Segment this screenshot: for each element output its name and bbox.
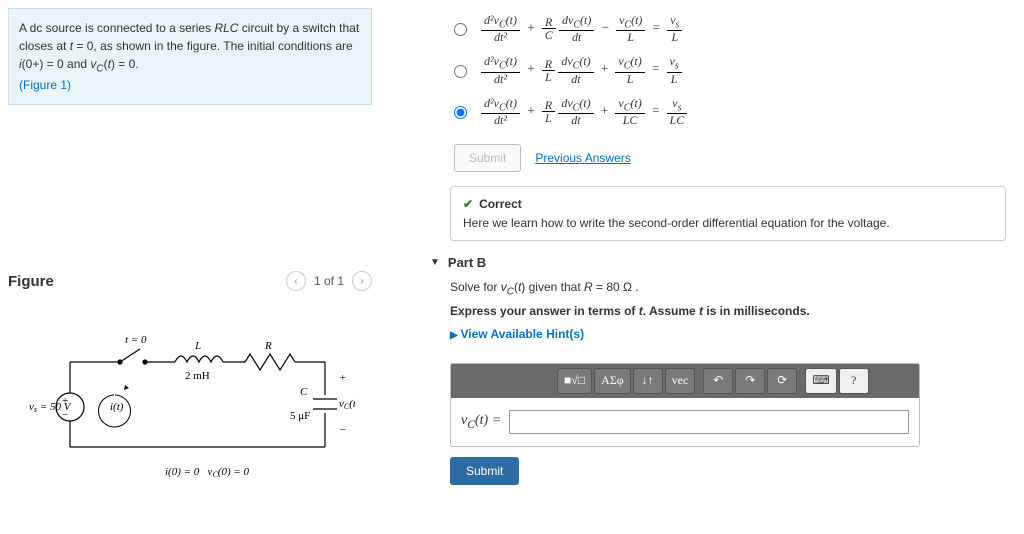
tool-greek[interactable]: ΑΣφ — [594, 368, 631, 394]
tool-redo[interactable]: ↷ — [735, 368, 765, 394]
svg-text:R: R — [264, 340, 272, 352]
svg-text:+: + — [61, 395, 68, 407]
svg-text:2 mH: 2 mH — [185, 370, 210, 382]
svg-text:t = 0: t = 0 — [125, 334, 147, 346]
view-hints-link[interactable]: View Available Hint(s) — [450, 327, 584, 341]
figure-pager-text: 1 of 1 — [314, 274, 344, 288]
problem-statement: A dc source is connected to a series RLC… — [8, 8, 372, 105]
part-b-header: Part B — [448, 255, 486, 270]
collapse-icon[interactable]: ▼ — [430, 257, 440, 268]
tool-templates[interactable]: ■√□ — [557, 368, 592, 394]
svg-text:+: + — [339, 372, 346, 384]
option-3-equation: d²vC(t)dt² + RL dvC(t)dt + vC(t)LC = vsL… — [481, 97, 687, 126]
figure-prev-button[interactable]: ‹ — [286, 271, 306, 291]
tool-vec[interactable]: vec — [665, 368, 696, 394]
feedback-box: ✔ Correct Here we learn how to write the … — [450, 186, 1006, 241]
tool-undo[interactable]: ↶ — [703, 368, 733, 394]
svg-text:i(t): i(t) — [110, 401, 124, 413]
part-b-instruction: Solve for vC(t) given that R = 80 Ω . — [450, 280, 1006, 297]
answer-input[interactable] — [509, 410, 909, 434]
option-2-equation: d²vC(t)dt² + RL dvC(t)dt + vC(t)L = vsL — [481, 55, 682, 84]
tool-subsup[interactable]: ↓↑ — [633, 368, 663, 394]
tool-reset[interactable]: ⟳ — [767, 368, 797, 394]
correct-label: Correct — [479, 197, 522, 211]
option-3-radio[interactable] — [454, 106, 467, 119]
svg-text:i(0) = 0 vC(0) = 0: i(0) = 0 vC(0) = 0 — [165, 466, 250, 479]
check-icon: ✔ — [463, 197, 473, 211]
figure-title: Figure — [8, 273, 54, 290]
option-1-equation: d²vC(t)dt² + RC dvC(t)dt − vC(t)L = vsL — [481, 14, 682, 43]
svg-text:−: − — [61, 409, 68, 421]
tool-keyboard[interactable]: ⌨ — [805, 368, 836, 394]
svg-text:L: L — [194, 340, 201, 352]
tool-help[interactable]: ? — [839, 368, 869, 394]
previous-answers-link[interactable]: Previous Answers — [535, 151, 630, 165]
submit-button-part-b[interactable]: Submit — [450, 457, 519, 485]
submit-button-part-a: Submit — [454, 144, 521, 172]
part-b-instruction-2: Express your answer in terms of t. Assum… — [450, 304, 1006, 318]
svg-text:5 μF: 5 μF — [290, 410, 310, 422]
answer-prefix: vC(t) = — [461, 413, 501, 431]
option-1-radio[interactable] — [454, 23, 467, 36]
svg-text:vC(t): vC(t) — [339, 398, 355, 411]
feedback-explanation: Here we learn how to write the second-or… — [463, 216, 993, 230]
circuit-diagram: vs = 50 V + − t = 0 L 2 mH R C 5 μF + vC… — [25, 317, 355, 487]
svg-text:C: C — [300, 386, 308, 398]
figure-next-button[interactable]: › — [352, 271, 372, 291]
svg-text:−: − — [339, 424, 346, 436]
figure-link[interactable]: (Figure 1) — [19, 78, 71, 92]
problem-text: A dc source is connected to a series RLC… — [19, 21, 359, 71]
option-2-radio[interactable] — [454, 65, 467, 78]
answer-box: ■√□ ΑΣφ ↓↑ vec ↶ ↷ ⟳ ⌨ ? vC(t) = — [450, 363, 920, 447]
